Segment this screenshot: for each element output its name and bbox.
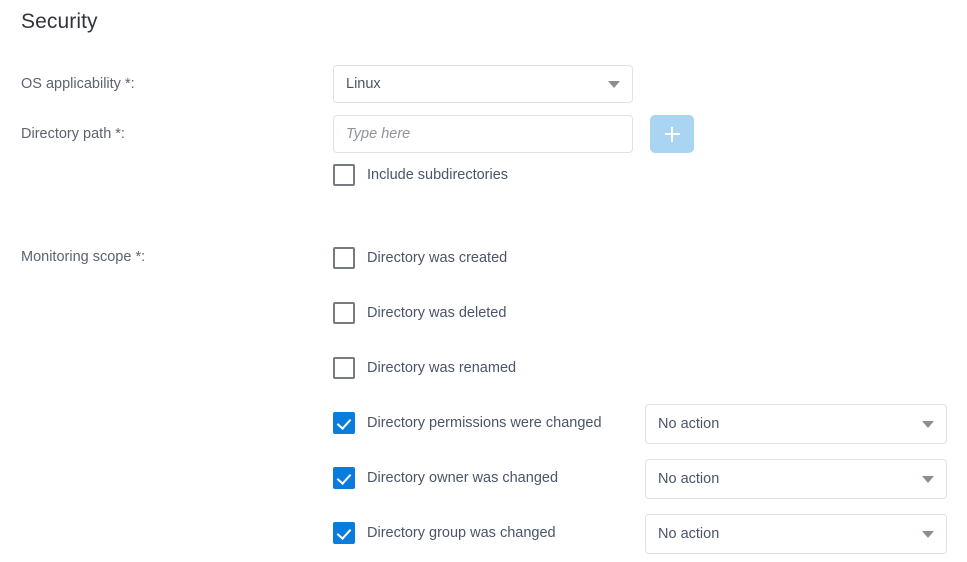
chevron-down-icon (922, 421, 934, 428)
chevron-down-icon (922, 476, 934, 483)
scope-option-checkbox-directory-group-was-changed[interactable] (333, 522, 355, 544)
scope-option-checkbox-directory-was-deleted[interactable] (333, 302, 355, 324)
scope-action-select-directory-owner-was-changed[interactable]: No action (645, 459, 947, 499)
directory-path-label: Directory path *: (21, 124, 125, 144)
scope-option-row[interactable]: Directory was created (333, 247, 507, 269)
add-directory-path-button[interactable] (650, 115, 694, 153)
page-title: Security (21, 8, 98, 36)
directory-path-placeholder: Type here (346, 126, 620, 142)
os-applicability-value: Linux (346, 76, 600, 92)
scope-option-label-directory-owner-was-changed: Directory owner was changed (367, 468, 558, 488)
chevron-down-icon (608, 81, 620, 88)
scope-option-checkbox-directory-was-renamed[interactable] (333, 357, 355, 379)
include-subdirectories-label: Include subdirectories (367, 165, 508, 185)
scope-option-label-directory-was-deleted: Directory was deleted (367, 303, 506, 323)
scope-option-row[interactable]: Directory permissions were changed (333, 412, 602, 434)
scope-option-row[interactable]: Directory was deleted (333, 302, 506, 324)
scope-option-checkbox-directory-owner-was-changed[interactable] (333, 467, 355, 489)
scope-option-label-directory-permissions-were-changed: Directory permissions were changed (367, 413, 602, 433)
scope-option-row[interactable]: Directory owner was changed (333, 467, 558, 489)
scope-option-label-directory-group-was-changed: Directory group was changed (367, 523, 556, 543)
plus-icon (665, 127, 680, 142)
chevron-down-icon (922, 531, 934, 538)
scope-option-label-directory-was-renamed: Directory was renamed (367, 358, 516, 378)
include-subdirectories-row[interactable]: Include subdirectories (333, 164, 508, 186)
scope-action-value: No action (658, 471, 914, 487)
os-applicability-select[interactable]: Linux (333, 65, 633, 103)
scope-option-row[interactable]: Directory group was changed (333, 522, 556, 544)
scope-option-row[interactable]: Directory was renamed (333, 357, 516, 379)
scope-option-checkbox-directory-permissions-were-changed[interactable] (333, 412, 355, 434)
scope-option-checkbox-directory-was-created[interactable] (333, 247, 355, 269)
include-subdirectories-checkbox[interactable] (333, 164, 355, 186)
scope-action-value: No action (658, 416, 914, 432)
scope-action-select-directory-permissions-were-changed[interactable]: No action (645, 404, 947, 444)
scope-action-select-directory-group-was-changed[interactable]: No action (645, 514, 947, 554)
os-applicability-label: OS applicability *: (21, 74, 135, 94)
scope-option-label-directory-was-created: Directory was created (367, 248, 507, 268)
scope-action-value: No action (658, 526, 914, 542)
directory-path-input[interactable]: Type here (333, 115, 633, 153)
monitoring-scope-label: Monitoring scope *: (21, 247, 145, 267)
